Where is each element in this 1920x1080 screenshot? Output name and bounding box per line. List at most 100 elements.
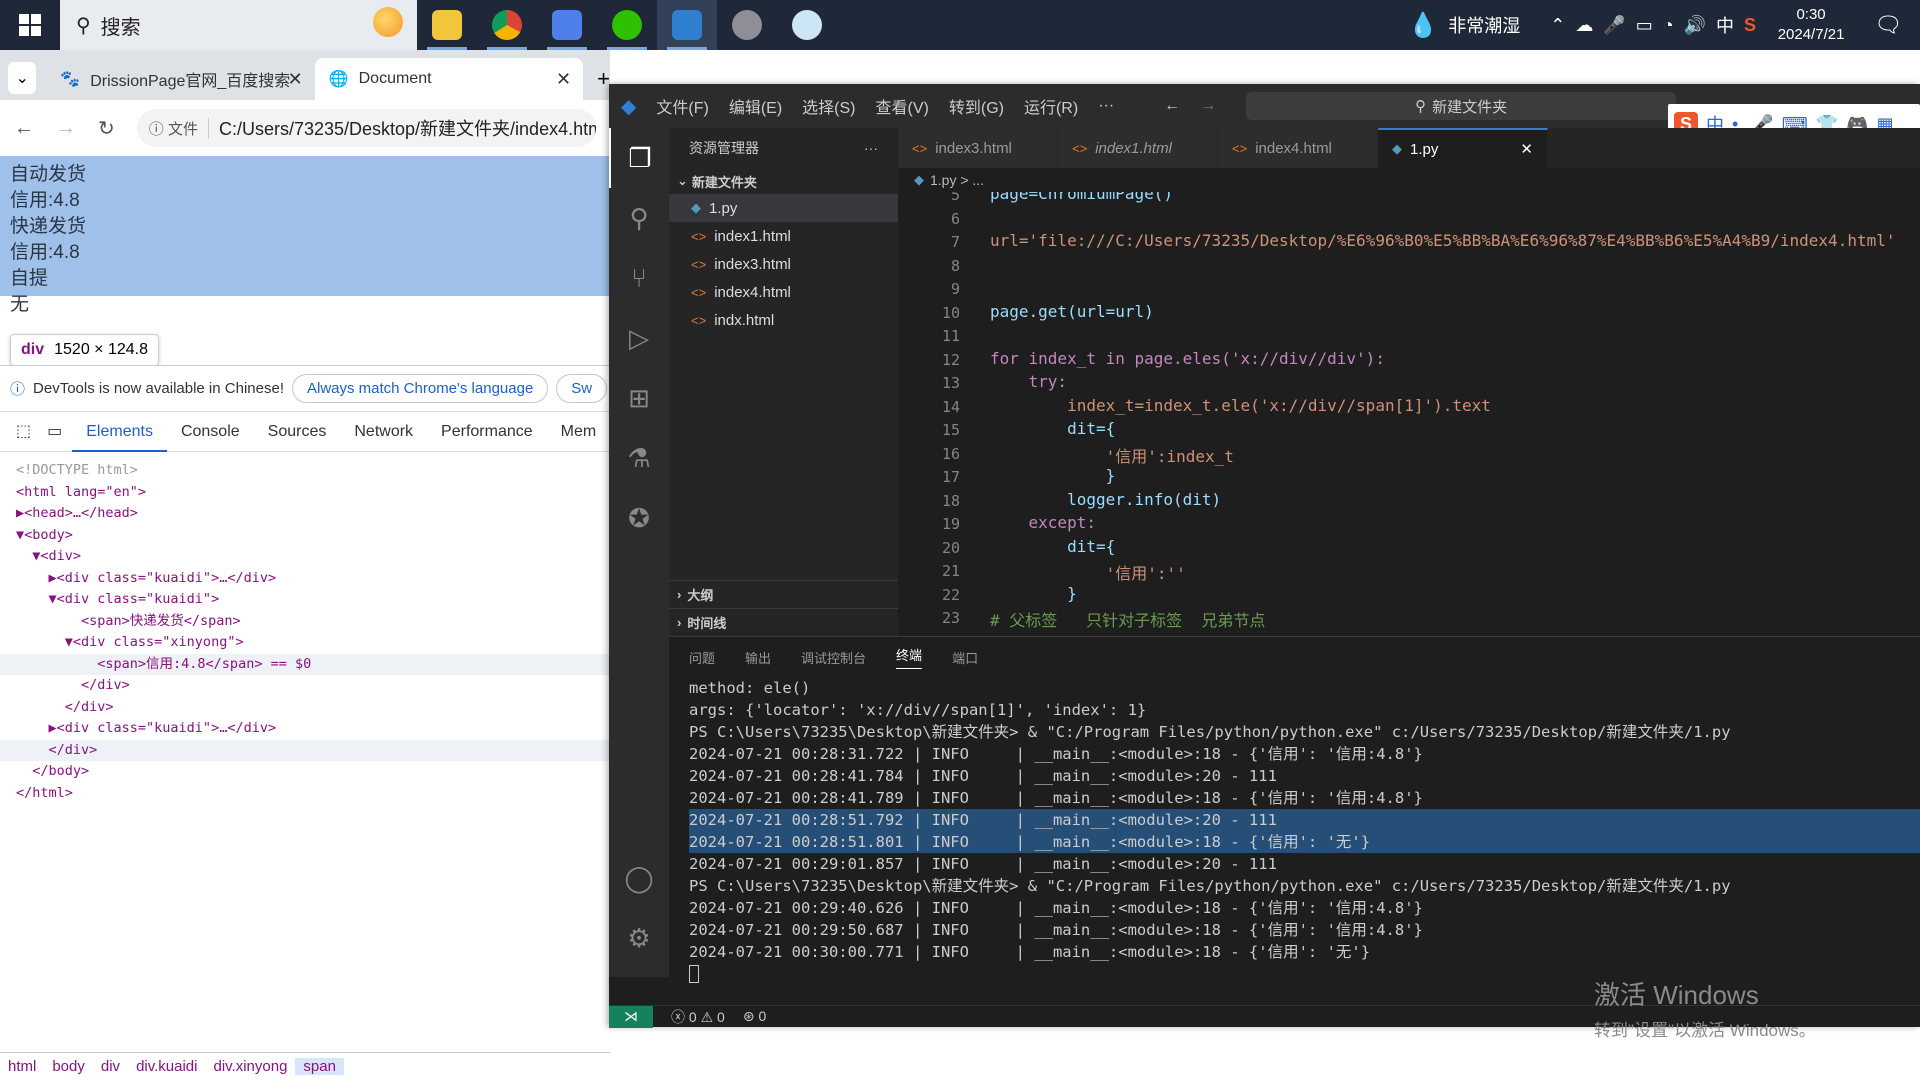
wechat-app[interactable] [597,0,657,50]
ime-indicator[interactable]: 中 [1716,12,1734,38]
sogou-icon[interactable]: S [1744,15,1756,36]
reload-icon[interactable]: ↻ [98,116,115,141]
tab-memory[interactable]: Mem [547,412,611,452]
dom-node[interactable]: </html> [0,783,610,805]
chevron-up-icon[interactable]: ⌃ [1550,15,1565,36]
dom-node[interactable]: ▼<div class="kuaidi"> [0,589,610,611]
dom-node[interactable]: </div> [0,739,610,761]
extensions-icon[interactable]: ⊞ [609,368,669,428]
start-button[interactable] [0,0,60,50]
ports-status[interactable]: ⊛ 0 [743,1008,766,1025]
match-language-button[interactable]: Always match Chrome's language [291,374,549,403]
folder-node[interactable]: ⌄ 新建文件夹 [669,168,898,194]
device-toolbar-icon[interactable]: ▭ [37,412,72,452]
file-item[interactable]: <> index3.html [669,250,898,278]
editor-tab[interactable]: <> index1.html [1058,128,1218,168]
wifi-icon[interactable]: ◔ [1663,15,1674,36]
menu-file[interactable]: 文件(F) [656,94,708,118]
vscode-app[interactable] [657,0,717,50]
breadcrumb-item[interactable]: html [0,1058,44,1075]
breadcrumb-item[interactable]: div.xinyong [205,1058,295,1075]
menu-view[interactable]: 查看(V) [876,94,929,118]
dom-node-selected[interactable]: <span>信用:4.8</span> == $0 [0,653,610,675]
mic-icon[interactable]: 🎤 [1603,15,1625,36]
command-center-search[interactable]: ⚲ 新建文件夹 [1246,92,1677,120]
avatar-app[interactable] [717,0,777,50]
nav-forward-icon[interactable]: → [1200,97,1216,115]
dom-node[interactable]: ▶<div class="kuaidi">…</div> [0,568,610,590]
problems-status[interactable]: ⓧ 0 ⚠ 0 [671,1007,725,1027]
file-explorer-app[interactable] [417,0,477,50]
tab-ports[interactable]: 端口 [952,648,978,667]
clock[interactable]: 0:30 2024/7/21 [1766,5,1856,45]
file-item[interactable]: <> index1.html [669,222,898,250]
settings-gear-icon[interactable]: ⚙ [609,908,669,968]
flower-app[interactable] [777,0,837,50]
breadcrumb-item[interactable]: div.kuaidi [128,1058,205,1075]
run-debug-icon[interactable]: ▷ [609,308,669,368]
dom-node[interactable]: <span>快递发货</span> [0,611,610,633]
tab-console[interactable]: Console [167,412,254,452]
editor-tab[interactable]: <> index4.html [1218,128,1378,168]
dom-node[interactable]: ▼<div> [0,546,610,568]
dom-node[interactable]: ▶<div class="kuaidi">…</div> [0,718,610,740]
tab-output[interactable]: 输出 [745,648,771,667]
cloud-icon[interactable]: ☁ [1575,15,1593,36]
menu-more[interactable]: ··· [1098,97,1114,115]
breadcrumb-path[interactable]: 1.py > ... [930,172,984,188]
search-icon[interactable]: ⚲ [609,188,669,248]
explorer-icon[interactable]: ❐ [609,128,669,188]
dom-node[interactable]: </body> [0,761,610,783]
outline-section[interactable]: › 大纲 [669,580,898,608]
nav-back-icon[interactable]: ← [1164,97,1180,115]
back-icon[interactable]: ← [14,117,34,140]
file-item[interactable]: ◆ 1.py [669,194,898,222]
breadcrumb-item[interactable]: div [93,1058,128,1075]
breadcrumb-item[interactable]: body [44,1058,93,1075]
tab-performance[interactable]: Performance [427,412,547,452]
close-tab-icon[interactable]: ✕ [556,69,571,90]
remote-icon[interactable]: ⋊ [609,1005,653,1028]
tab-baidu[interactable]: 🐾 DrissionPage官网_百度搜索 ✕ [46,58,314,100]
terminal[interactable]: method: ele() args: {'locator': 'x://div/… [669,677,1920,983]
tab-search-icon[interactable]: ⌄ [8,62,37,94]
chrome-app[interactable] [477,0,537,50]
close-tab-icon[interactable]: ✕ [288,69,303,90]
editor-tab[interactable]: <> index3.html [898,128,1058,168]
taskbar-search[interactable]: ⚲ 搜索 [60,0,417,50]
account-icon[interactable]: ◯ [609,848,669,908]
menu-edit[interactable]: 编辑(E) [729,94,782,118]
dom-node[interactable]: ▼<body> [0,525,610,547]
editor-tab-active[interactable]: ◆ 1.py ✕ [1378,128,1548,168]
more-actions-icon[interactable]: ··· [864,140,878,156]
pen-app[interactable] [537,0,597,50]
tab-problems[interactable]: 问题 [689,648,715,667]
tab-network[interactable]: Network [340,412,427,452]
breadcrumb-item[interactable]: span [295,1058,344,1075]
testing-icon[interactable]: ⚗ [609,428,669,488]
tab-sources[interactable]: Sources [254,412,341,452]
code-editor[interactable]: 5 page=ChromiumPage() 6 7 url='file:///C:/Us… [898,192,1920,636]
dom-node[interactable]: </div> [0,675,610,697]
tab-elements[interactable]: Elements [72,412,167,452]
menu-run[interactable]: 运行(R) [1024,94,1078,118]
dom-node[interactable]: </div> [0,697,610,719]
tab-terminal[interactable]: 终端 [896,645,923,669]
tab-document[interactable]: 🌐 Document ✕ [314,58,584,100]
battery-icon[interactable]: ▭ [1636,15,1653,36]
gitlens-icon[interactable]: ✪ [609,488,669,548]
dom-node[interactable]: <html lang="en"> [0,482,610,504]
forward-icon[interactable]: → [56,117,76,140]
dom-node[interactable]: ▼<div class="xinyong"> [0,632,610,654]
file-item[interactable]: <> index4.html [669,278,898,306]
source-control-icon[interactable]: ⑂ [609,248,669,308]
timeline-section[interactable]: › 时间线 [669,608,898,636]
address-bar[interactable]: ⓘ 文件 C:/Users/73235/Desktop/新建文件夹/index4… [136,109,596,147]
menu-go[interactable]: 转到(G) [949,94,1004,118]
dom-node[interactable]: ▶<head>…</head> [0,503,610,525]
file-item[interactable]: <> indx.html [669,306,898,334]
site-info[interactable]: ⓘ 文件 [149,117,209,139]
tab-debug-console[interactable]: 调试控制台 [801,648,866,667]
close-icon[interactable]: ✕ [1520,140,1533,158]
menu-selection[interactable]: 选择(S) [802,94,855,118]
